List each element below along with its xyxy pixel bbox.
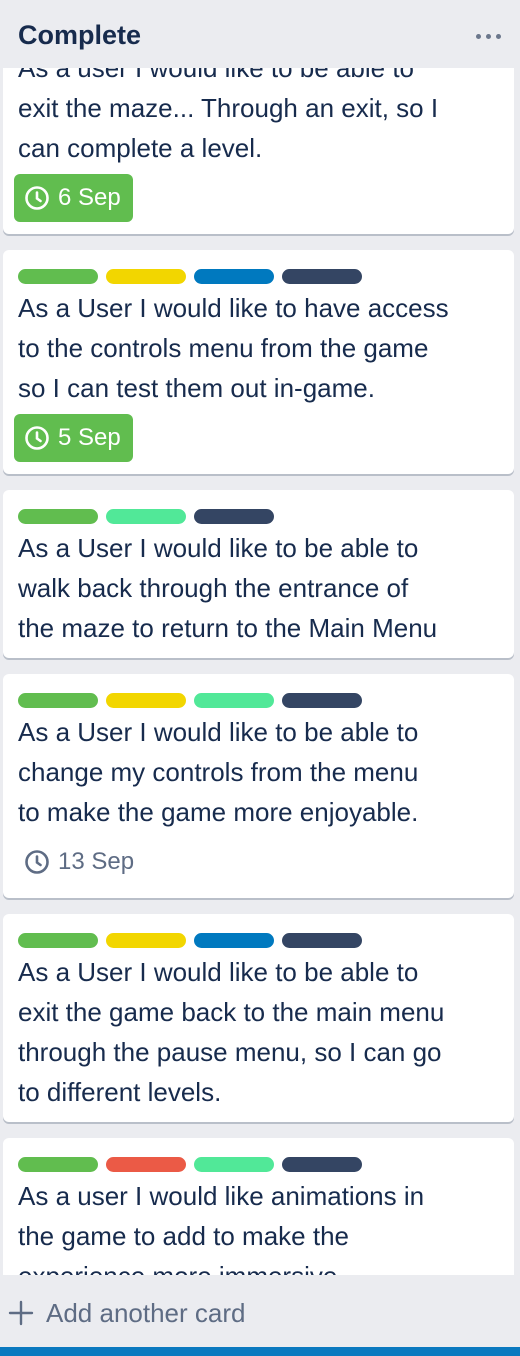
- card-title-line: As a User I would like to have access: [18, 293, 449, 323]
- list-header: Complete: [0, 0, 520, 68]
- card-title-line: As a user I would like animations in: [18, 1181, 425, 1211]
- label-yellow[interactable]: [106, 693, 186, 708]
- label-navy[interactable]: [282, 269, 362, 284]
- card-title: As a user I would like to be able to exi…: [18, 68, 504, 168]
- label-navy[interactable]: [282, 1157, 362, 1172]
- card-title: As a User I would like to be able to exi…: [18, 952, 504, 1112]
- card-labels: [18, 509, 274, 524]
- card-title-line: to make the game more enjoyable.: [18, 797, 419, 827]
- card-title-line: to the controls menu from the game: [18, 333, 429, 363]
- card-title: As a user I would like animations in the…: [18, 1176, 504, 1275]
- card[interactable]: As a User I would like to be able to wal…: [3, 490, 514, 658]
- clock-icon: [25, 426, 49, 450]
- card-title-line: experience more immersive.: [18, 1256, 504, 1275]
- card[interactable]: As a User I would like to have access to…: [3, 250, 514, 474]
- clock-icon: [25, 850, 49, 874]
- due-date-badge[interactable]: 13 Sep: [14, 838, 146, 886]
- plus-icon: [8, 1300, 34, 1326]
- card-title-line: the game to add to make the: [18, 1221, 349, 1251]
- card-title-line: As a user I would like to be able to: [18, 68, 415, 83]
- label-green[interactable]: [18, 269, 98, 284]
- card[interactable]: As a user I would like to be able to exi…: [3, 68, 514, 234]
- card-title-line: the maze to return to the Main Menu: [18, 613, 438, 643]
- card-title: As a User I would like to have access to…: [18, 288, 504, 408]
- label-yellow[interactable]: [106, 269, 186, 284]
- label-yellow[interactable]: [106, 933, 186, 948]
- card-title-line: through the pause menu, so I can go: [18, 1037, 442, 1067]
- list-title[interactable]: Complete: [18, 18, 141, 52]
- due-date-text: 13 Sep: [58, 848, 135, 875]
- card-labels: [18, 693, 362, 708]
- due-date-text: 6 Sep: [58, 184, 121, 211]
- card-title-line: As a User I would like to be able to: [18, 533, 419, 563]
- label-navy[interactable]: [282, 693, 362, 708]
- card-title-line: As a User I would like to be able to: [18, 717, 419, 747]
- card-title: As a User I would like to be able to cha…: [18, 712, 504, 832]
- card-title-line: walk back through the entrance of: [18, 573, 409, 603]
- card-list: As a user I would like to be able to exi…: [0, 68, 520, 1275]
- ellipsis-icon[interactable]: [470, 24, 506, 48]
- card-title-line: As a User I would like to be able to: [18, 957, 419, 987]
- card[interactable]: As a User I would like to be able to cha…: [3, 674, 514, 898]
- label-navy[interactable]: [194, 509, 274, 524]
- add-card-button[interactable]: Add another card: [8, 1295, 245, 1331]
- label-navy[interactable]: [282, 933, 362, 948]
- horizontal-scrollbar[interactable]: [0, 1347, 520, 1356]
- label-blue[interactable]: [194, 269, 274, 284]
- label-green[interactable]: [18, 933, 98, 948]
- label-red[interactable]: [106, 1157, 186, 1172]
- label-green[interactable]: [18, 1157, 98, 1172]
- due-date-text: 5 Sep: [58, 424, 121, 451]
- clock-icon: [25, 186, 49, 210]
- card-title-line: change my controls from the menu: [18, 757, 419, 787]
- card-title-line: to different levels.: [18, 1077, 222, 1107]
- label-lime[interactable]: [194, 693, 274, 708]
- label-green[interactable]: [18, 509, 98, 524]
- card-labels: [18, 933, 362, 948]
- label-green[interactable]: [18, 693, 98, 708]
- label-lime[interactable]: [194, 1157, 274, 1172]
- list-footer: Add another card: [0, 1275, 520, 1347]
- due-date-badge[interactable]: 6 Sep: [14, 174, 133, 222]
- card-labels: [18, 269, 362, 284]
- due-date-badge[interactable]: 5 Sep: [14, 414, 133, 462]
- label-lime[interactable]: [106, 509, 186, 524]
- card-title-line: so I can test them out in-game.: [18, 373, 375, 403]
- card[interactable]: As a User I would like to be able to exi…: [3, 914, 514, 1122]
- card[interactable]: As a user I would like animations in the…: [3, 1138, 514, 1275]
- card-title-line: can complete a level.: [18, 133, 263, 163]
- add-card-label: Add another card: [46, 1297, 246, 1328]
- label-blue[interactable]: [194, 933, 274, 948]
- card-title: As a User I would like to be able to wal…: [18, 528, 504, 648]
- card-labels: [18, 1157, 362, 1172]
- card-title-line: exit the game back to the main menu: [18, 997, 445, 1027]
- card-title-line: exit the maze... Through an exit, so I: [18, 93, 439, 123]
